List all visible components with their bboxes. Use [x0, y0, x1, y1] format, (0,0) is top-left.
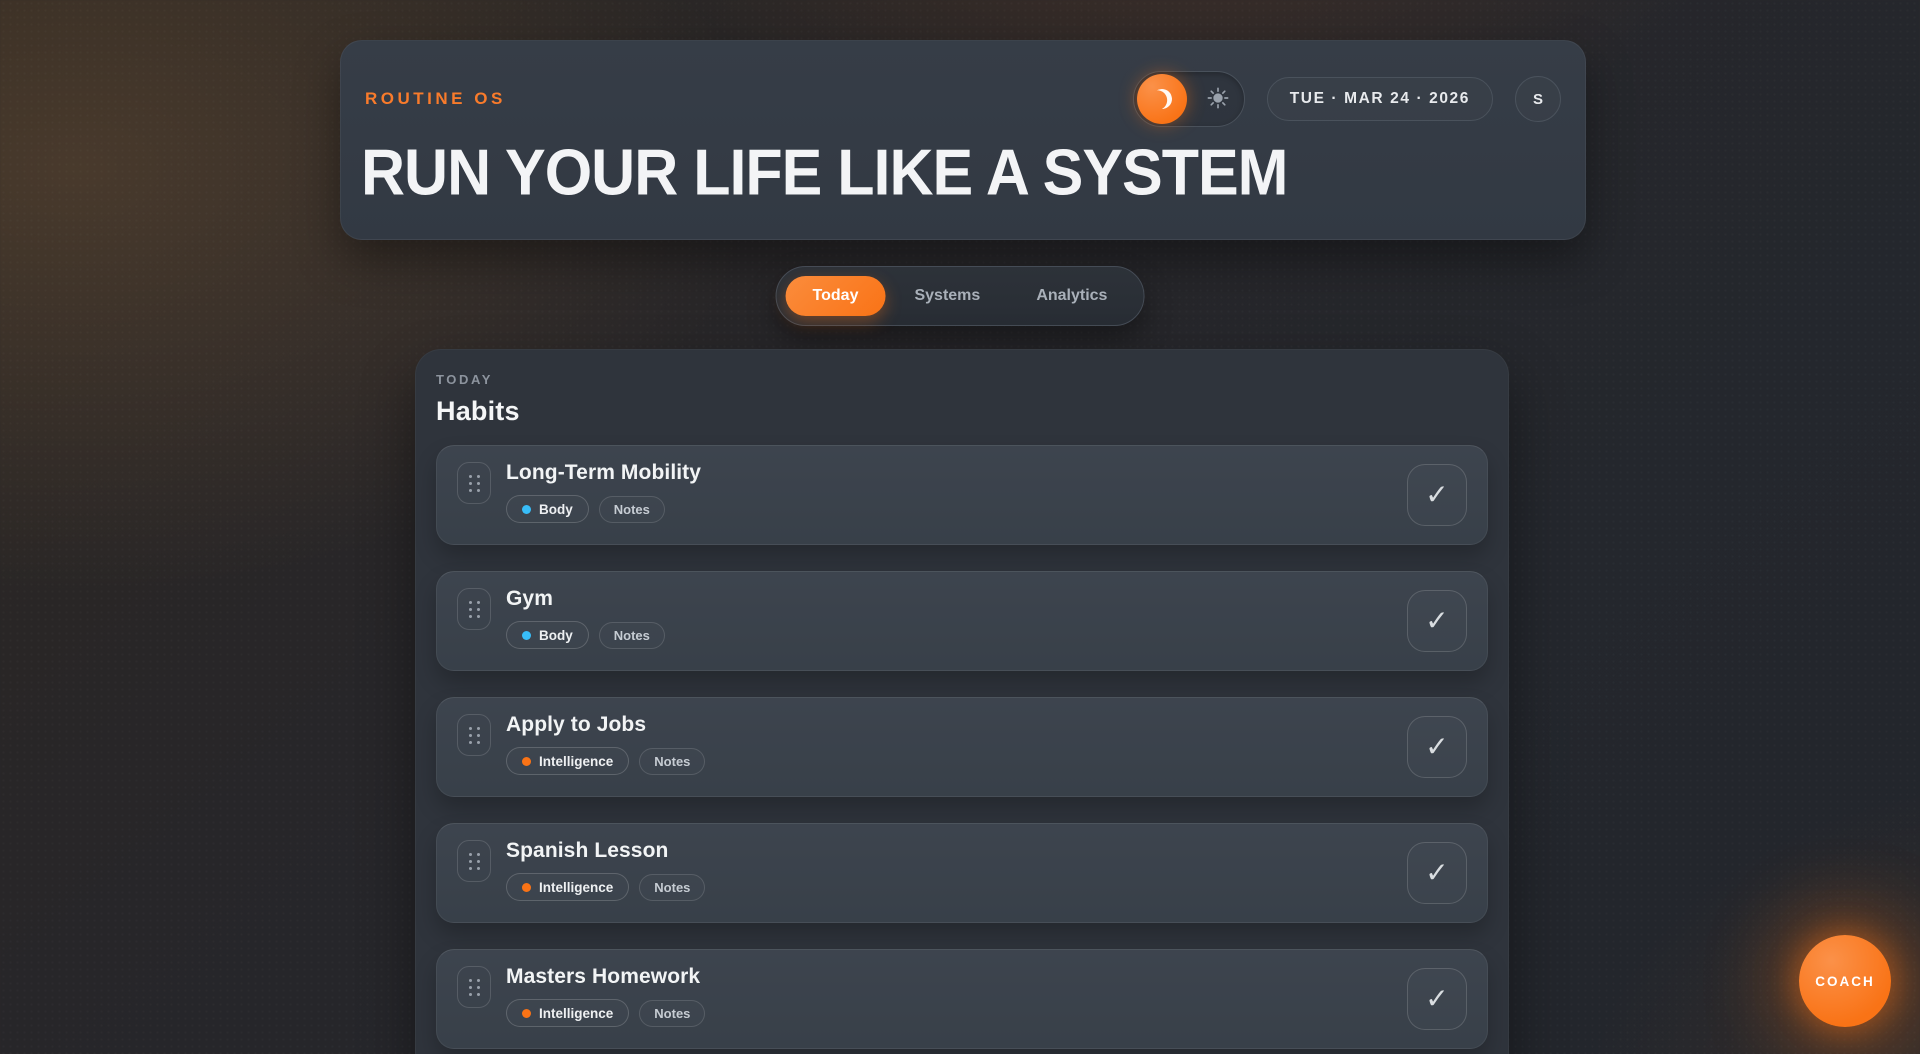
tab-systems[interactable]: Systems — [887, 276, 1007, 316]
date-pill[interactable]: TUE · MAR 24 · 2026 — [1267, 77, 1493, 121]
category-tag[interactable]: Body — [506, 495, 589, 523]
drag-handle[interactable] — [457, 966, 491, 1008]
habit-row: Long-Term Mobility Body Notes ✓ — [436, 445, 1488, 545]
drag-handle[interactable] — [457, 462, 491, 504]
habit-tags: Body Notes — [506, 621, 665, 649]
category-label: Intelligence — [539, 1006, 613, 1021]
drag-dots-icon — [469, 475, 472, 478]
drag-dots-icon — [469, 979, 472, 982]
habit-tags: Body Notes — [506, 495, 701, 523]
habit-info: Spanish Lesson Intelligence Notes — [506, 839, 705, 901]
avatar[interactable]: S — [1515, 76, 1561, 122]
habit-title: Spanish Lesson — [506, 839, 705, 863]
check-icon: ✓ — [1425, 481, 1448, 509]
drag-dots-icon — [469, 853, 472, 856]
drag-dots-icon — [469, 601, 472, 604]
habit-tags: Intelligence Notes — [506, 747, 705, 775]
habit-info: Masters Homework Intelligence Notes — [506, 965, 705, 1027]
habit-check-button[interactable]: ✓ — [1407, 968, 1467, 1030]
habit-check-button[interactable]: ✓ — [1407, 716, 1467, 778]
moon-icon — [1150, 87, 1174, 111]
habits-heading: Habits — [436, 396, 1488, 427]
habit-list: Long-Term Mobility Body Notes ✓ Gym Body — [436, 445, 1488, 1049]
notes-tag[interactable]: Notes — [639, 1000, 705, 1027]
header-actions: TUE · MAR 24 · 2026 S — [1133, 71, 1561, 127]
habit-check-button[interactable]: ✓ — [1407, 464, 1467, 526]
habit-info: Apply to Jobs Intelligence Notes — [506, 713, 705, 775]
habit-title: Gym — [506, 587, 665, 611]
habit-info: Gym Body Notes — [506, 587, 665, 649]
category-dot-icon — [522, 757, 531, 766]
category-label: Intelligence — [539, 880, 613, 895]
tab-bar: Today Systems Analytics — [776, 266, 1145, 326]
category-dot-icon — [522, 631, 531, 640]
app-background: { "app": { "brand": "ROUTINE OS", "title… — [0, 0, 1920, 1054]
brand-logo: ROUTINE OS — [365, 89, 506, 109]
habit-check-button[interactable]: ✓ — [1407, 842, 1467, 904]
notes-tag[interactable]: Notes — [639, 874, 705, 901]
dark-mode-button[interactable] — [1137, 74, 1187, 124]
drag-handle[interactable] — [457, 588, 491, 630]
drag-handle[interactable] — [457, 840, 491, 882]
habit-check-button[interactable]: ✓ — [1407, 590, 1467, 652]
habit-row: Apply to Jobs Intelligence Notes ✓ — [436, 697, 1488, 797]
category-label: Body — [539, 628, 573, 643]
check-icon: ✓ — [1425, 859, 1448, 887]
category-dot-icon — [522, 883, 531, 892]
drag-dots-icon — [469, 727, 472, 730]
habit-row: Spanish Lesson Intelligence Notes ✓ — [436, 823, 1488, 923]
notes-tag[interactable]: Notes — [599, 496, 665, 523]
category-tag[interactable]: Intelligence — [506, 999, 629, 1027]
notes-tag[interactable]: Notes — [599, 622, 665, 649]
tab-today[interactable]: Today — [786, 276, 886, 316]
tab-analytics[interactable]: Analytics — [1009, 276, 1134, 316]
check-icon: ✓ — [1425, 733, 1448, 761]
header-card: ROUTINE OS RUN YOUR LIFE LIKE A SYSTEM — [340, 40, 1586, 240]
page-title: RUN YOUR LIFE LIKE A SYSTEM — [361, 135, 1287, 209]
notes-tag[interactable]: Notes — [639, 748, 705, 775]
habit-row: Gym Body Notes ✓ — [436, 571, 1488, 671]
check-icon: ✓ — [1425, 985, 1448, 1013]
category-dot-icon — [522, 505, 531, 514]
theme-toggle[interactable] — [1133, 71, 1245, 127]
habit-info: Long-Term Mobility Body Notes — [506, 461, 701, 523]
category-label: Body — [539, 502, 573, 517]
drag-handle[interactable] — [457, 714, 491, 756]
section-label: TODAY — [436, 372, 1488, 387]
category-tag[interactable]: Intelligence — [506, 873, 629, 901]
category-dot-icon — [522, 1009, 531, 1018]
sun-icon — [1207, 87, 1229, 112]
coach-button[interactable]: COACH — [1799, 935, 1891, 1027]
habit-tags: Intelligence Notes — [506, 873, 705, 901]
habit-title: Apply to Jobs — [506, 713, 705, 737]
habit-tags: Intelligence Notes — [506, 999, 705, 1027]
today-panel: TODAY Habits Long-Term Mobility Body Not… — [415, 349, 1509, 1054]
light-mode-button[interactable] — [1196, 74, 1240, 124]
category-label: Intelligence — [539, 754, 613, 769]
category-tag[interactable]: Intelligence — [506, 747, 629, 775]
category-tag[interactable]: Body — [506, 621, 589, 649]
habit-row: Masters Homework Intelligence Notes ✓ — [436, 949, 1488, 1049]
habit-title: Long-Term Mobility — [506, 461, 701, 485]
check-icon: ✓ — [1425, 607, 1448, 635]
habit-title: Masters Homework — [506, 965, 705, 989]
